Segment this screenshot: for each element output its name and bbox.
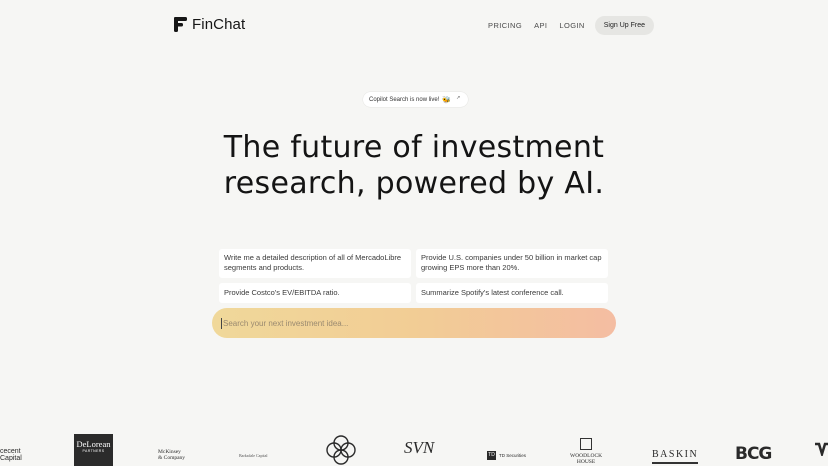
- brand-logo[interactable]: FinChat: [174, 16, 245, 33]
- suggestion-card[interactable]: Write me a detailed description of all o…: [219, 249, 411, 278]
- top-nav: PRICING API LOGIN Sign Up Free: [476, 16, 654, 35]
- suggestion-card[interactable]: Provide U.S. companies under 50 billion …: [416, 249, 608, 278]
- barksdale-capital-logo: Barksdale Capital: [239, 453, 268, 458]
- hero-title: The future of investment research, power…: [0, 130, 828, 202]
- cecent-capital-logo: cecent Capital: [0, 448, 22, 462]
- nav-api[interactable]: API: [534, 21, 547, 30]
- client-logos-row: cecent Capital DeLorean PARTNERS McKinse…: [0, 430, 828, 466]
- nav-login[interactable]: LOGIN: [559, 21, 584, 30]
- announcement-text: Copilot Search is now live!: [369, 96, 440, 103]
- bee-icon: 🐝: [442, 96, 452, 104]
- site-header: FinChat PRICING API LOGIN Sign Up Free: [0, 0, 828, 50]
- announcement-pill[interactable]: Copilot Search is now live! 🐝 ↗: [363, 92, 469, 107]
- quatrefoil-logo-icon: [326, 435, 356, 465]
- finchat-logo-icon: [174, 17, 187, 32]
- mckinsey-logo: McKinsey & Company: [158, 449, 186, 461]
- delorean-partners-logo: DeLorean PARTNERS: [74, 434, 113, 466]
- suggestion-card[interactable]: Provide Costco's EV/EBITDA ratio.: [219, 283, 411, 303]
- search-bar[interactable]: [212, 308, 616, 338]
- partial-logo-icon: [815, 442, 828, 456]
- hero-title-line-1: The future of investment: [223, 130, 605, 165]
- bcg-logo: BCG: [735, 444, 772, 464]
- td-securities-logo: TD TD Securities: [487, 451, 527, 460]
- hero: The future of investment research, power…: [0, 130, 828, 202]
- woodlock-house-logo: WOODLOCK HOUSE: [570, 438, 602, 465]
- external-arrow-icon: ↗: [456, 94, 461, 101]
- sign-up-button[interactable]: Sign Up Free: [594, 16, 654, 35]
- suggestion-card[interactable]: Summarize Spotify's latest conference ca…: [416, 283, 608, 303]
- search-input[interactable]: [223, 318, 603, 328]
- svn-capital-logo: SVN: [404, 438, 435, 457]
- brand-name: FinChat: [192, 16, 246, 33]
- nav-pricing[interactable]: PRICING: [488, 21, 522, 30]
- text-caret: [221, 317, 222, 329]
- baskin-logo: BASKIN: [652, 449, 699, 464]
- hero-title-line-2: research, powered by AI.: [223, 166, 605, 201]
